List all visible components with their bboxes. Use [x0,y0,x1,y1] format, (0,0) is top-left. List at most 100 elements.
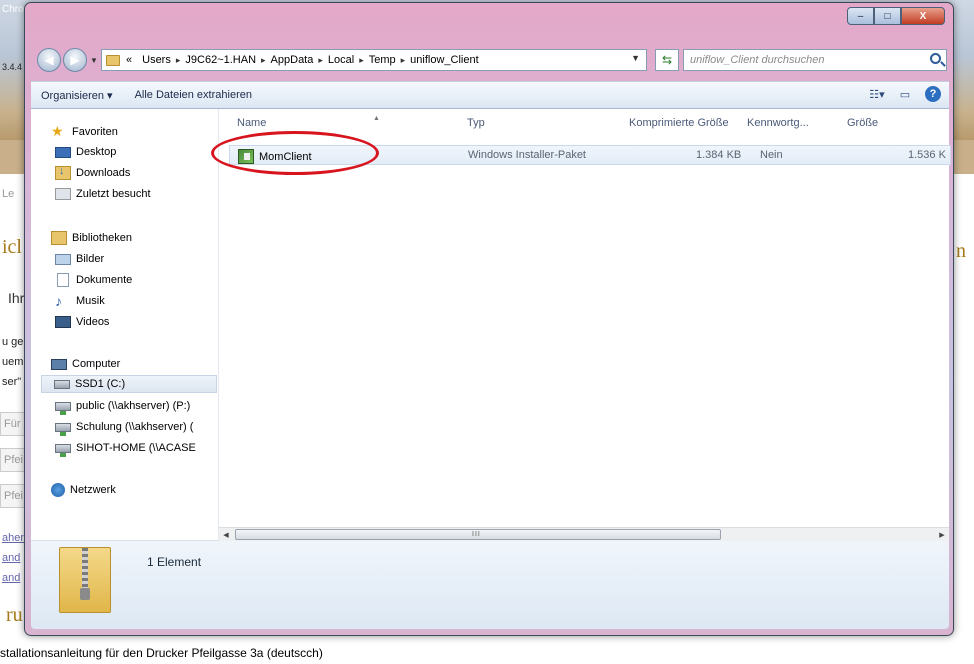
nav-schulung[interactable]: Schulung (\\akhserver) ( [55,418,193,436]
pictures-icon [55,253,71,265]
nav-label: public (\\akhserver) (P:) [76,400,191,412]
nav-desktop[interactable]: Desktop [55,143,116,161]
nav-label: Downloads [76,167,131,179]
window-controls: – □ X [847,7,945,25]
refresh-button[interactable]: ⇆ [655,49,679,71]
music-icon: ♪ [55,293,62,309]
nav-documents[interactable]: Dokumente [55,271,132,289]
breadcrumb-separator[interactable]: ▸ [176,55,181,66]
command-bar: Organisieren ▾ Alle Dateien extrahieren … [31,81,949,109]
horizontal-scrollbar[interactable]: ◀ III ▶ [219,527,949,541]
nav-favorites[interactable]: ★ Favoriten [51,123,118,141]
background-footer: stallationsanleitung für den Drucker Pfe… [0,646,323,660]
background-fragment: ru [6,604,23,626]
nav-music[interactable]: ♪ Musik [55,292,105,310]
background-fragment: Pfei [4,454,23,466]
organize-button[interactable]: Organisieren ▾ [31,89,125,102]
nav-label: Desktop [76,146,117,158]
chevron-down-icon[interactable]: ▼ [631,53,640,63]
background-app-title: Chro [2,4,24,15]
desktop-icon [55,146,71,158]
nav-label: Bilder [76,253,105,265]
recent-places-icon [55,188,71,200]
scrollbar-grip-icon: III [472,531,481,538]
background-fragment: n [956,240,966,262]
drive-icon [54,379,70,389]
recent-pages-dropdown[interactable]: ▼ [90,56,98,65]
nav-sihot-home[interactable]: SIHOT-HOME (\\ACASE [55,439,196,457]
view-options-icon[interactable]: ☷▾ [869,86,885,102]
breadcrumb-temp[interactable]: Temp [369,54,396,66]
column-header-type[interactable]: Typ [467,117,485,129]
background-app-version: 3.4.4 [2,62,23,72]
breadcrumb-user[interactable]: J9C62~1.HAN [185,54,256,66]
network-drive-icon [55,422,71,436]
minimize-button[interactable]: – [847,7,874,25]
star-icon: ★ [51,123,64,139]
breadcrumb-users[interactable]: Users [142,54,171,66]
breadcrumb-separator[interactable]: ▸ [261,55,266,66]
scrollbar-thumb[interactable]: III [235,529,721,540]
explorer-window: – □ X ◀ ▶ ▼ « Users ▸ J9C62~1.HAN ▸ AppD… [24,2,954,636]
column-header-size[interactable]: Größe [847,117,878,129]
extract-all-button[interactable]: Alle Dateien extrahieren [125,89,264,101]
file-password-cell: Nein [760,149,783,161]
downloads-icon [55,165,71,180]
nav-label: SSD1 (C:) [75,378,126,390]
file-type-cell: Windows Installer-Paket [468,149,586,161]
nav-videos[interactable]: Videos [55,313,109,331]
background-fragment: ser" [2,376,22,388]
navigation-row: ◀ ▶ ▼ « Users ▸ J9C62~1.HAN ▸ AppData ▸ … [35,47,947,73]
breadcrumb-uniflow-client[interactable]: uniflow_Client [410,54,478,66]
breadcrumb-separator[interactable]: ▸ [401,55,406,66]
nav-pictures[interactable]: Bilder [55,250,104,268]
documents-icon [57,273,69,287]
details-pane: 1 Element [31,541,949,629]
file-list: Name ▲ Typ Komprimierte Größe Kennwortg.… [219,109,951,541]
search-input[interactable]: uniflow_Client durchsuchen [683,49,947,71]
column-label: Name [237,117,267,129]
nav-computer[interactable]: Computer [51,355,120,373]
refresh-icon: ⇆ [661,53,673,67]
nav-label: Favoriten [72,126,118,138]
nav-label: Netzwerk [70,484,116,496]
close-button[interactable]: X [901,7,945,25]
search-icon[interactable] [930,53,941,64]
background-fragment: Für [4,418,21,430]
breadcrumb-separator[interactable]: ▸ [359,55,364,66]
nav-public[interactable]: public (\\akhserver) (P:) [55,397,190,415]
nav-downloads[interactable]: Downloads [55,164,130,182]
navigation-pane: ★ Favoriten Desktop Downloads Zuletzt be… [31,109,219,541]
help-icon[interactable]: ? [925,86,941,102]
scroll-left-icon[interactable]: ◀ [219,529,233,541]
scroll-right-icon[interactable]: ▶ [935,529,949,541]
sort-arrow-icon: ▲ [373,115,380,122]
breadcrumb-separator[interactable]: ▸ [318,55,323,66]
network-drive-icon [55,401,71,415]
column-header-password[interactable]: Kennwortg... [747,117,809,129]
folder-icon [106,54,120,66]
nav-libraries[interactable]: Bibliotheken [51,229,132,247]
address-bar[interactable]: « Users ▸ J9C62~1.HAN ▸ AppData ▸ Local … [101,49,647,71]
libraries-icon [51,231,67,245]
back-button[interactable]: ◀ [37,48,61,72]
nav-label: Dokumente [76,274,133,286]
toolbar-right: ☷▾ ▭ ? [869,86,941,102]
nav-recent[interactable]: Zuletzt besucht [55,185,151,203]
column-header-name[interactable]: Name ▲ [237,115,380,129]
breadcrumb-overflow[interactable]: « [126,54,132,66]
file-compressed-size-cell: 1.384 KB [696,149,742,161]
breadcrumb-local[interactable]: Local [328,54,354,66]
preview-pane-icon[interactable]: ▭ [897,86,913,102]
network-drive-icon [55,443,71,457]
maximize-button[interactable]: □ [874,7,901,25]
computer-icon [51,358,67,370]
nav-label: Bibliotheken [72,232,132,244]
nav-ssd1[interactable]: SSD1 (C:) [41,375,217,393]
nav-label: SIHOT-HOME (\\ACASE [76,442,196,454]
breadcrumb-appdata[interactable]: AppData [271,54,314,66]
column-header-compressed-size[interactable]: Komprimierte Größe [629,117,729,129]
nav-network[interactable]: Netzwerk [51,481,116,499]
forward-button[interactable]: ▶ [63,48,87,72]
content-area: ★ Favoriten Desktop Downloads Zuletzt be… [31,109,951,541]
